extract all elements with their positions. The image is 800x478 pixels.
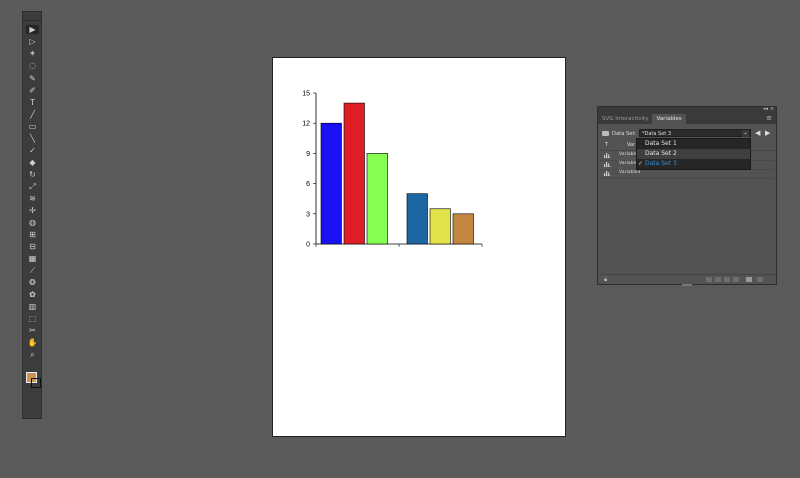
rectangle-tool-icon[interactable]: ▭ [26,122,39,131]
data-set-value: *Data Set 3 [642,131,672,137]
tools-panel: ▶ ▷ ✶ ◌ ✎ ✐ T ╱ ▭ ╲ ✓ ◆ ↻ ⤢ ≋ ✢ ◍ ⊞ ⊟ ▦ ⟋ ❂ ✿ ▥ ⬚ ✂ ✋ ⌕ [22,11,42,419]
option-label: Data Set 3 [645,160,677,167]
y-tick-label: 15 [302,91,310,98]
data-set-option-2[interactable]: Data Set 2 [637,149,750,159]
symbol-sprayer-tool-icon[interactable]: ✿ [26,290,39,299]
paintbrush-tool-icon[interactable]: ╲ [26,134,39,143]
bar[interactable] [429,208,451,245]
puppet-warp-tool-icon[interactable]: ✢ [26,206,39,215]
y-tick-label: 12 [302,121,310,128]
panel-resize-grip[interactable] [682,284,692,286]
zoom-tool-icon[interactable]: ⌕ [26,350,39,359]
make-static-icon[interactable] [706,277,712,282]
y-tick-label: 3 [306,211,310,218]
data-set-select[interactable]: *Data Set 3 ⌄ [639,129,751,137]
data-set-label: Data Set: [612,130,637,137]
type-column-header: T [605,142,609,148]
variable-row[interactable]: Variable3 [599,169,775,179]
graph-data-icon [604,153,611,158]
scale-tool-icon[interactable]: ⤢ [26,182,39,191]
variable-name: Variable [619,161,638,166]
hand-tool-icon[interactable]: ✋ [26,338,39,347]
panel-tabs: SVG Interactivity Variables ≡ [598,113,776,124]
selection-tool-icon[interactable]: ▶ [26,25,39,34]
chevron-down-icon[interactable]: ⌄ [742,130,749,137]
make-visibility-dynamic-icon[interactable] [724,277,730,282]
data-set-dropdown: Data Set 1 Data Set 2 ✓ Data Set 3 [636,138,751,170]
mesh-tool-icon[interactable]: ⊟ [26,242,39,251]
shaper-tool-icon[interactable]: ✓ [26,146,39,155]
variable-name: Variable3 [619,170,641,175]
option-label: Data Set 2 [645,150,677,157]
variable-name: Variable [619,152,638,157]
capture-data-set-icon[interactable] [602,131,609,136]
lock-icon[interactable]: 🔒︎ [604,276,607,284]
column-graph-tool-icon[interactable]: ▥ [26,302,39,311]
line-segment-tool-icon[interactable]: ╱ [26,110,39,119]
gradient-tool-icon[interactable]: ▦ [26,254,39,263]
panel-footer: 🔒︎ [598,274,776,286]
shape-builder-tool-icon[interactable]: ◍ [26,218,39,227]
rotate-tool-icon[interactable]: ↻ [26,170,39,179]
bar[interactable] [406,193,428,245]
column-graph[interactable]: 15 12 9 6 3 0 [294,87,494,257]
lasso-tool-icon[interactable]: ◌ [26,61,39,70]
eraser-tool-icon[interactable]: ◆ [26,158,39,167]
new-variable-icon[interactable] [746,277,752,282]
data-set-option-1[interactable]: Data Set 1 [637,139,750,149]
make-text-dynamic-icon[interactable] [715,277,721,282]
option-label: Data Set 1 [645,140,677,147]
tab-variables[interactable]: Variables [652,114,686,124]
pen-tool-icon[interactable]: ✎ [26,74,39,83]
eyedropper-tool-icon[interactable]: ⟋ [26,266,39,275]
close-icon[interactable]: × [770,106,774,112]
tab-svg-interactivity[interactable]: SVG Interactivity [598,114,652,124]
checkmark-icon: ✓ [638,160,644,167]
unbind-variable-icon[interactable] [733,277,739,282]
bar[interactable] [366,153,388,245]
type-tool-icon[interactable]: T [26,98,39,107]
curvature-tool-icon[interactable]: ✐ [26,86,39,95]
bar[interactable] [320,122,342,245]
bar[interactable] [343,102,365,245]
next-data-set-icon[interactable]: ▶ [765,129,770,137]
bar[interactable] [452,213,474,245]
previous-data-set-icon[interactable]: ◀ [755,129,760,137]
direct-selection-tool-icon[interactable]: ▷ [26,37,39,46]
width-tool-icon[interactable]: ≋ [26,194,39,203]
data-set-row: Data Set: *Data Set 3 ⌄ ◀ ▶ [602,129,772,138]
slice-tool-icon[interactable]: ✂ [26,326,39,335]
y-tick-label: 0 [306,242,310,249]
y-tick-label: 6 [306,181,310,188]
y-tick-label: 9 [306,151,310,158]
blend-tool-icon[interactable]: ❂ [26,278,39,287]
name-column-header: Var [627,142,636,148]
tools-panel-grip[interactable] [23,12,41,21]
variables-panel: ◂◂ × SVG Interactivity Variables ≡ Data … [597,106,777,286]
magic-wand-tool-icon[interactable]: ✶ [26,49,39,58]
data-set-option-3[interactable]: ✓ Data Set 3 [637,159,750,169]
graph-data-icon [604,171,611,176]
graph-data-icon [604,162,611,167]
collapse-icon[interactable]: ◂◂ [763,106,768,112]
delete-variable-icon[interactable] [757,277,763,282]
perspective-grid-tool-icon[interactable]: ⊞ [26,230,39,239]
artboard-tool-icon[interactable]: ⬚ [26,314,39,323]
stroke-color-swatch[interactable] [31,378,41,388]
panel-menu-icon[interactable]: ≡ [766,114,772,122]
